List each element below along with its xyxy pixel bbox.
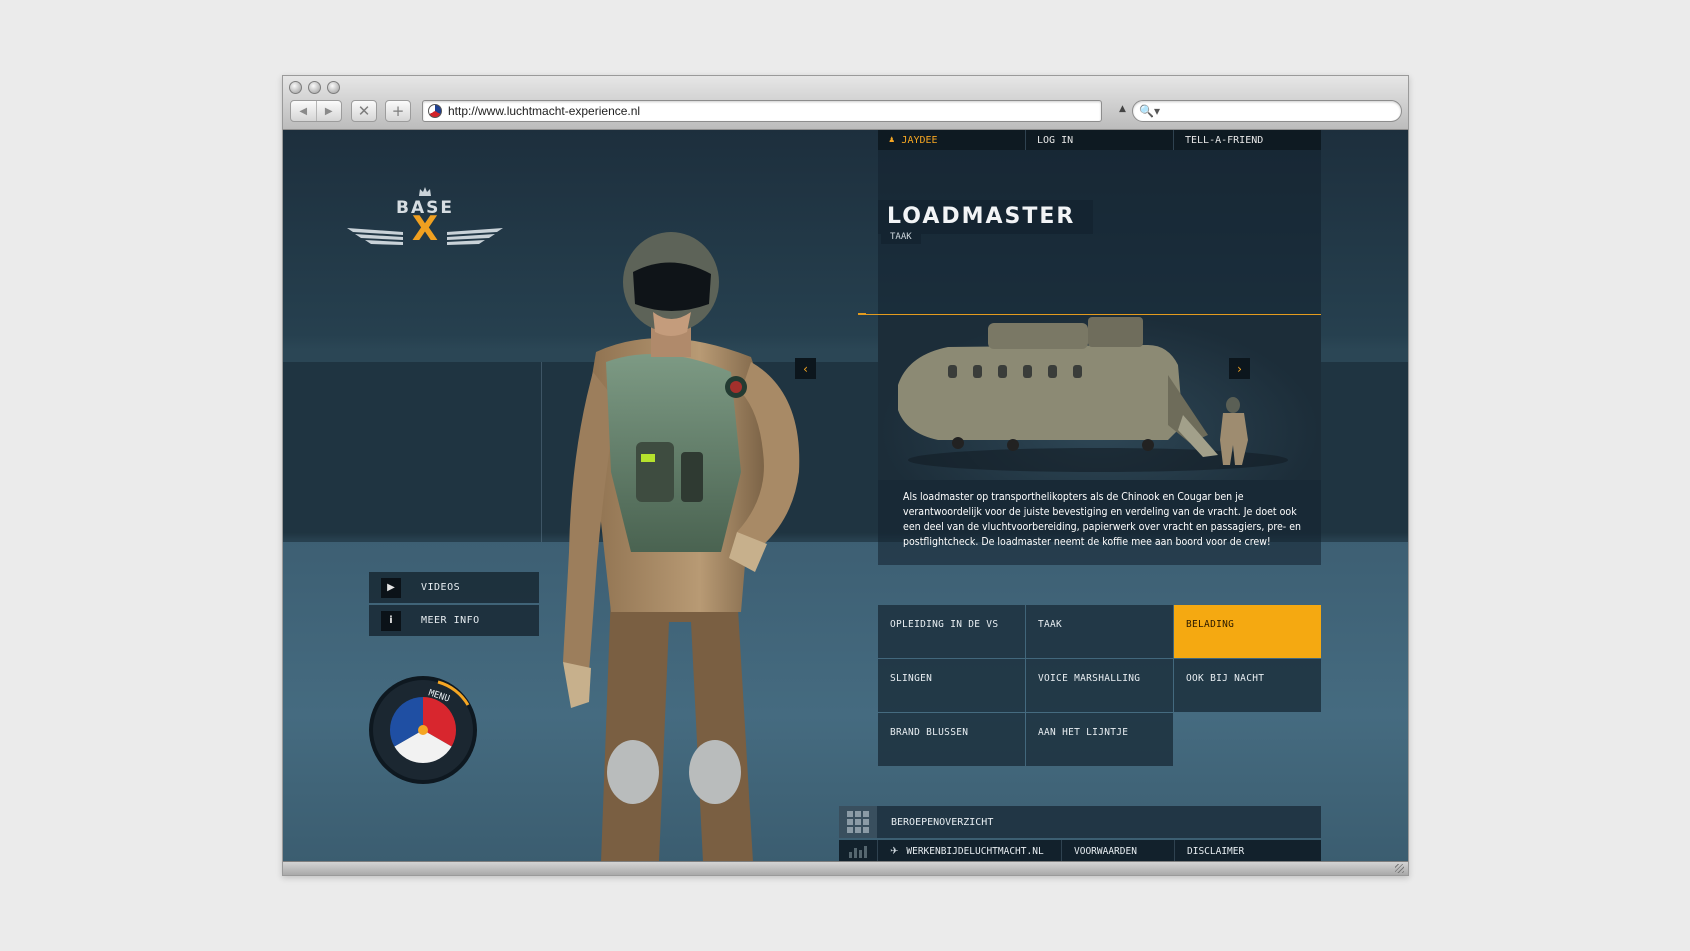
window-zoom-button[interactable]	[327, 81, 340, 94]
grid-icon	[839, 806, 877, 838]
task-tile-brand-blussen[interactable]: BRAND BLUSSEN	[878, 713, 1025, 766]
meer-info-label: MEER INFO	[421, 615, 480, 626]
job-title: LOADMASTER	[878, 200, 1094, 234]
search-field[interactable]: 🔍▾	[1132, 100, 1402, 122]
beroepenoverzicht-bar[interactable]: BEROEPENOVERZICHT	[839, 806, 1321, 838]
stop-button[interactable]: ✕	[351, 100, 377, 122]
task-tile-aan-het-lijntje[interactable]: AAN HET LIJNTJE	[1026, 713, 1173, 766]
beroepenoverzicht-label: BEROEPENOVERZICHT	[891, 816, 994, 828]
top-navigation: ♟ JAYDEE LOG IN TELL-A-FRIEND	[878, 130, 1321, 150]
airforce-wings-icon: ✈	[890, 845, 899, 857]
search-icon[interactable]: 🔍▾	[1139, 104, 1160, 118]
basex-logo[interactable]: BASE X	[345, 187, 505, 256]
login-link[interactable]: LOG IN	[1026, 130, 1174, 150]
window-minimize-button[interactable]	[308, 81, 321, 94]
add-bookmark-button[interactable]: +	[385, 100, 411, 122]
resize-grip-icon[interactable]	[1395, 864, 1404, 873]
forward-arrow-icon[interactable]: ▶	[315, 101, 342, 121]
task-tile-opleiding[interactable]: OPLEIDING IN DE VS	[878, 605, 1025, 658]
job-subtitle: TAAK	[881, 230, 921, 244]
tell-a-friend-link[interactable]: TELL-A-FRIEND	[1174, 130, 1321, 150]
user-account-link[interactable]: ♟ JAYDEE	[878, 130, 1026, 150]
left-menu: ▶ VIDEOS i MEER INFO	[369, 572, 539, 638]
voorwaarden-link[interactable]: VOORWAARDEN	[1061, 840, 1174, 862]
next-arrow-button[interactable]: ›	[1229, 358, 1250, 379]
window-close-button[interactable]	[289, 81, 302, 94]
menu-dial-button[interactable]: MENU	[368, 675, 478, 785]
url-dropdown-icon[interactable]: ▲	[1119, 104, 1126, 114]
browser-toolbar: ◀ ▶ ✕ + http://www.luchtmacht-experience…	[283, 76, 1408, 130]
play-icon: ▶	[381, 577, 401, 598]
task-tile-slingen[interactable]: SLINGEN	[878, 659, 1025, 712]
back-arrow-icon[interactable]: ◀	[291, 101, 316, 121]
disclaimer-link[interactable]: DISCLAIMER	[1174, 840, 1287, 862]
werkenbijdeluchtmacht-link[interactable]: ✈ WERKENBIJDELUCHTMACHT.NL	[877, 840, 1061, 862]
task-tile-belading[interactable]: BELADING	[1174, 605, 1321, 658]
site-viewport: BASE X ▶ VIDEOS i MEER INFO MENU ♟ JAYDE…	[283, 130, 1408, 862]
job-description: Als loadmaster op transporthelikopters a…	[903, 491, 1301, 548]
user-icon: ♟	[889, 135, 895, 145]
back-forward-group: ◀ ▶	[290, 100, 342, 122]
task-tile-voice-marshalling[interactable]: VOICE MARSHALLING	[1026, 659, 1173, 712]
werkenbijdeluchtmacht-label: WERKENBIJDELUCHTMACHT.NL	[906, 845, 1044, 857]
info-icon: i	[381, 610, 401, 631]
screenshot-canvas: ◀ ▶ ✕ + http://www.luchtmacht-experience…	[0, 0, 1690, 951]
task-grid: OPLEIDING IN DE VS TAAK BELADING SLINGEN…	[878, 605, 1321, 766]
address-bar[interactable]: http://www.luchtmacht-experience.nl	[422, 100, 1102, 122]
bar-chart-icon	[839, 840, 877, 862]
footer-links: ✈ WERKENBIJDELUCHTMACHT.NL VOORWAARDEN D…	[839, 840, 1321, 862]
videos-button[interactable]: ▶ VIDEOS	[369, 572, 539, 603]
meer-info-button[interactable]: i MEER INFO	[369, 605, 539, 636]
user-name: JAYDEE	[901, 134, 938, 146]
task-grid-empty-slot	[1174, 713, 1321, 766]
url-text[interactable]: http://www.luchtmacht-experience.nl	[448, 104, 640, 118]
videos-label: VIDEOS	[421, 582, 461, 593]
logo-x-text: X	[411, 209, 439, 249]
site-favicon-icon	[428, 104, 442, 118]
browser-status-bar	[283, 861, 1408, 875]
browser-window: ◀ ▶ ✕ + http://www.luchtmacht-experience…	[282, 75, 1409, 876]
task-tile-taak[interactable]: TAAK	[1026, 605, 1173, 658]
pilot-figure-image	[563, 232, 800, 862]
helicopter-image	[878, 315, 1321, 480]
crown-icon	[419, 187, 431, 196]
task-tile-ook-bij-nacht[interactable]: OOK BIJ NACHT	[1174, 659, 1321, 712]
previous-arrow-button[interactable]: ‹	[795, 358, 816, 379]
